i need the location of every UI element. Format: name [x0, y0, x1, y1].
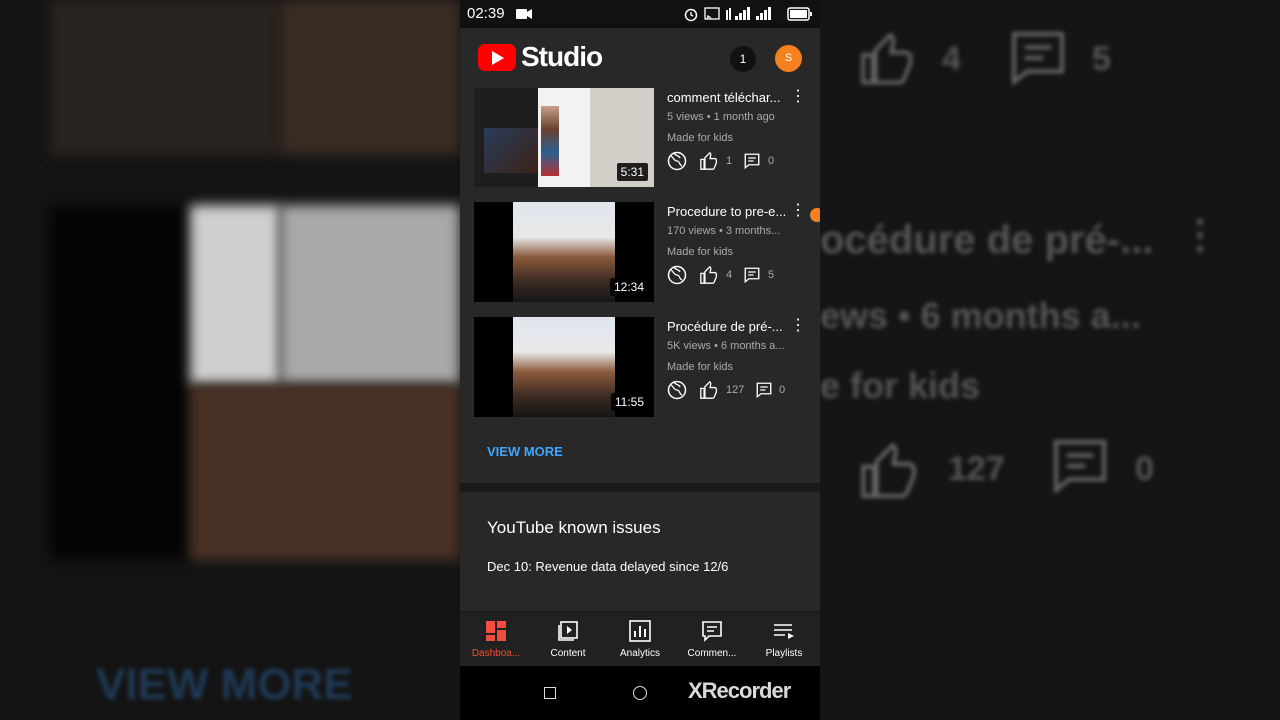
nav-comments[interactable]: Commen... — [676, 612, 748, 666]
video-duration: 11:55 — [610, 393, 648, 411]
video-thumbnail[interactable]: 5:31 — [474, 88, 654, 187]
more-options-icon[interactable]: ⋮ — [790, 317, 806, 335]
recents-button[interactable] — [544, 687, 556, 699]
made-for-kids-label: Made for kids — [667, 361, 734, 373]
app-bar: Studio 1 S — [460, 28, 820, 88]
youtube-logo-icon — [478, 44, 516, 71]
background-comment-icon-2 — [1054, 440, 1106, 495]
globe-icon — [667, 151, 687, 171]
video-thumbnail[interactable]: 11:55 — [474, 317, 654, 417]
background-comment-icon — [1012, 32, 1064, 87]
status-time: 02:39 — [467, 5, 505, 22]
nav-content[interactable]: Content — [532, 612, 604, 666]
phone-screen: 02:39 Studio 1 S 5:31 comment téléchar..… — [460, 0, 820, 720]
nav-label: Dashboa... — [471, 648, 521, 659]
background-meta: ews • 6 months a... — [820, 295, 1141, 336]
comment-count: 5 — [768, 269, 775, 281]
playlists-icon — [774, 624, 794, 639]
background-title: océdure de pré-... — [820, 218, 1154, 262]
alarm-icon — [684, 8, 698, 22]
video-duration: 5:31 — [616, 163, 648, 181]
video-title[interactable]: comment téléchar... — [667, 90, 797, 105]
like-icon — [700, 266, 718, 284]
bottom-navigation: Dashboa... Content Analytics Commen... P… — [460, 611, 820, 666]
background-comments-top: 5 — [1092, 40, 1111, 78]
section-divider — [460, 483, 820, 492]
recording-icon — [516, 9, 532, 19]
background-view-more: VIEW MORE — [96, 660, 353, 709]
xrecorder-watermark: XRecorder — [688, 678, 791, 703]
known-issues-title: YouTube known issues — [487, 518, 661, 537]
thumbnail-list — [541, 106, 559, 176]
like-icon — [700, 381, 718, 399]
background-kebab-icon: ⋮ — [1180, 213, 1220, 257]
background-like-icon — [861, 32, 913, 85]
system-navigation: XRecorder — [460, 666, 820, 720]
nav-label: Commen... — [687, 648, 737, 659]
background-right: 4 5 océdure de pré-... ⋮ ews • 6 months … — [820, 0, 1280, 720]
more-options-icon[interactable]: ⋮ — [790, 88, 806, 106]
app-title: Studio — [521, 41, 603, 72]
content-icon — [558, 621, 578, 641]
thumbnail-screen — [513, 317, 615, 417]
like-count: 1 — [726, 155, 733, 167]
background-left: VIEW MORE — [0, 0, 460, 720]
comments-icon — [702, 621, 722, 642]
thumbnail-screen — [538, 88, 590, 187]
video-title[interactable]: Procédure de pré-... — [667, 319, 797, 334]
home-button[interactable] — [633, 686, 647, 700]
background-likes-top: 4 — [942, 40, 961, 78]
thumbnail-screen — [513, 202, 615, 302]
avatar[interactable]: S — [775, 45, 802, 72]
comment-icon — [744, 153, 760, 170]
notifications-button[interactable]: 1 — [730, 46, 756, 72]
made-for-kids-label: Made for kids — [667, 246, 734, 258]
comment-count: 0 — [779, 384, 786, 396]
view-more-link[interactable]: VIEW MORE — [487, 444, 563, 459]
background-comments-bottom: 0 — [1135, 450, 1154, 488]
nav-label: Analytics — [619, 648, 660, 659]
globe-icon — [667, 380, 687, 400]
made-for-kids-label: Made for kids — [667, 132, 734, 144]
video-meta: 170 views • 3 months... — [667, 225, 781, 237]
comment-icon — [744, 267, 760, 284]
like-count: 4 — [726, 269, 733, 281]
screen-recorder-bubble[interactable] — [810, 208, 820, 222]
nav-label: Content — [550, 648, 586, 659]
like-icon — [700, 152, 718, 170]
thumbnail-art — [484, 128, 539, 173]
dashboard-icon — [486, 621, 506, 641]
more-options-icon[interactable]: ⋮ — [790, 202, 806, 220]
globe-icon — [667, 265, 687, 285]
video-meta: 5K views • 6 months a... — [667, 340, 785, 352]
background-like-icon-2 — [861, 442, 916, 498]
video-duration: 12:34 — [609, 278, 648, 296]
background-likes-bottom: 127 — [948, 450, 1005, 488]
nav-playlists[interactable]: Playlists — [748, 612, 820, 666]
comment-icon — [756, 382, 772, 399]
video-row[interactable]: 5:31 comment téléchar... ⋮ 5 views • 1 m… — [460, 88, 820, 188]
nav-analytics[interactable]: Analytics — [604, 612, 676, 666]
status-bar: 02:39 — [460, 0, 820, 28]
nav-dashboard[interactable]: Dashboa... — [460, 612, 532, 666]
video-thumbnail[interactable]: 12:34 — [474, 202, 654, 302]
comment-count: 0 — [768, 155, 775, 167]
video-title[interactable]: Procedure to pre-e... — [667, 204, 797, 219]
background-kids: e for kids — [820, 365, 981, 406]
video-meta: 5 views • 1 month ago — [667, 111, 775, 123]
like-count: 127 — [726, 384, 745, 396]
nav-label: Playlists — [765, 648, 803, 659]
cast-icon — [704, 7, 720, 20]
signal-icon — [726, 7, 771, 20]
video-row[interactable]: 11:55 Procédure de pré-... ⋮ 5K views • … — [460, 317, 820, 417]
video-row[interactable]: 12:34 Procedure to pre-e... ⋮ 170 views … — [460, 202, 820, 302]
analytics-icon — [629, 620, 651, 642]
known-issue-item[interactable]: Dec 10: Revenue data delayed since 12/6 — [487, 559, 728, 574]
battery-icon — [787, 7, 812, 21]
